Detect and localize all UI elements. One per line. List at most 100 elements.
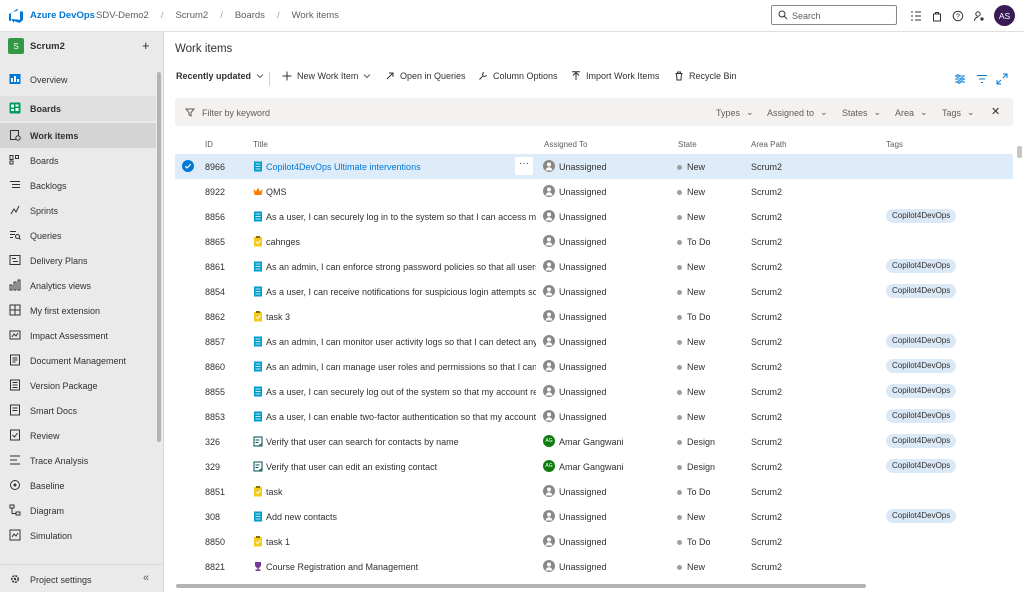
import-work-items-button[interactable]: Import Work Items [571, 71, 659, 81]
more-actions-icon[interactable]: ··· [515, 157, 533, 175]
work-item-title-link[interactable]: As a user, I can enable two-factor authe… [266, 412, 536, 422]
sidebar-item-baseline[interactable]: Baseline [0, 473, 156, 498]
breadcrumb-org[interactable]: SDV-Demo2 [96, 10, 149, 21]
sidebar-item-trace-analysis[interactable]: Trace Analysis [0, 448, 156, 473]
column-header-title[interactable]: Title [253, 140, 268, 149]
work-item-title-link[interactable]: As a user, I can securely log in to the … [266, 212, 536, 222]
sidebar-item-simulation[interactable]: Simulation [0, 523, 156, 548]
horizontal-scrollbar[interactable] [176, 584, 866, 588]
work-item-title-link[interactable]: Verify that user can search for contacts… [266, 437, 536, 447]
table-row[interactable]: 8856 As a user, I can securely log in to … [175, 204, 1013, 229]
sidebar-item-backlogs[interactable]: Backlogs [0, 173, 156, 198]
column-header-tags[interactable]: Tags [886, 140, 903, 149]
work-item-title-link[interactable]: QMS [266, 187, 536, 197]
sidebar-item-delivery-plans[interactable]: Delivery Plans [0, 248, 156, 273]
project-settings[interactable]: Project settings « [0, 564, 163, 592]
tag-badge[interactable]: Copilot4DevOps [886, 384, 957, 398]
tag-badge[interactable]: Copilot4DevOps [886, 409, 957, 423]
tag-badge[interactable]: Copilot4DevOps [886, 284, 957, 298]
sidebar-item-work-items[interactable]: Work items [0, 123, 156, 148]
sidebar-item-smart-docs[interactable]: Smart Docs [0, 398, 156, 423]
sidebar-item-version-package[interactable]: Version Package [0, 373, 156, 398]
tag-badge[interactable]: Copilot4DevOps [886, 509, 957, 523]
sidebar-item-overview[interactable]: Overview [0, 67, 156, 92]
project-header[interactable]: S Scrum2 + [0, 32, 163, 60]
table-row[interactable]: 8854 As a user, I can receive notificatio… [175, 279, 1013, 304]
sidebar-item-analytics-views[interactable]: Analytics views [0, 273, 156, 298]
assigned-to-filter-dropdown[interactable]: Assigned to ⌄ [767, 107, 828, 119]
work-item-title-link[interactable]: As a user, I can securely log out of the… [266, 387, 536, 397]
work-item-title-link[interactable]: Copilot4DevOps Ultimate interventions [266, 162, 536, 172]
recycle-bin-button[interactable]: Recycle Bin [674, 71, 737, 81]
tags-filter-dropdown[interactable]: Tags ⌄ [942, 107, 975, 119]
collapse-sidebar-icon[interactable]: « [143, 572, 149, 584]
user-avatar[interactable]: AS [994, 5, 1015, 26]
vertical-scrollbar[interactable] [1017, 146, 1022, 158]
states-filter-dropdown[interactable]: States ⌄ [842, 107, 881, 119]
work-item-title-link[interactable]: Course Registration and Management [266, 562, 536, 572]
breadcrumb-work-items[interactable]: Work items [292, 10, 339, 21]
sidebar-item-diagram[interactable]: Diagram [0, 498, 156, 523]
table-row[interactable]: 8850 task 1 Unassigned To Do Scrum2 [175, 529, 1013, 554]
tag-badge[interactable]: Copilot4DevOps [886, 434, 957, 448]
open-in-queries-button[interactable]: Open in Queries [385, 71, 466, 81]
sidebar-item-queries[interactable]: Queries [0, 223, 156, 248]
azure-devops-logo-icon[interactable] [8, 8, 24, 24]
table-row[interactable]: 308 Add new contacts Unassigned New Scrum2 Co… [175, 504, 1013, 529]
brand-name[interactable]: Azure DevOps [30, 10, 95, 21]
column-header-area-path[interactable]: Area Path [751, 140, 787, 149]
table-row[interactable]: 8861 As an admin, I can enforce strong pa… [175, 254, 1013, 279]
table-row[interactable]: 8922 QMS Unassigned New Scrum2 [175, 179, 1013, 204]
user-settings-icon[interactable] [972, 9, 986, 23]
tag-badge[interactable]: Copilot4DevOps [886, 209, 957, 223]
sidebar-item-document-management[interactable]: Document Management [0, 348, 156, 373]
add-icon[interactable]: + [142, 38, 150, 53]
work-item-title-link[interactable]: task 3 [266, 312, 536, 322]
table-row[interactable]: 326 Verify that user can search for conta… [175, 429, 1013, 454]
sidebar-item-review[interactable]: Review [0, 423, 156, 448]
table-row[interactable]: 8966 Copilot4DevOps Ultimate intervention… [175, 154, 1013, 179]
keyword-filter-input[interactable]: Filter by keyword [202, 108, 270, 118]
table-row[interactable]: 8851 task Unassigned To Do Scrum2 [175, 479, 1013, 504]
work-item-title-link[interactable]: task 1 [266, 537, 536, 547]
work-item-title-link[interactable]: task [266, 487, 536, 497]
tag-badge[interactable]: Copilot4DevOps [886, 459, 957, 473]
column-options-button[interactable]: Column Options [478, 71, 558, 81]
work-item-title-link[interactable]: Add new contacts [266, 512, 536, 522]
work-item-title-link[interactable]: As an admin, I can enforce strong passwo… [266, 262, 536, 272]
task-list-icon[interactable] [909, 9, 923, 23]
sidebar-item-my-first-extension[interactable]: My first extension [0, 298, 156, 323]
new-work-item-button[interactable]: New Work Item [282, 71, 371, 81]
shopping-bag-icon[interactable] [930, 9, 944, 23]
help-icon[interactable]: ? [951, 9, 965, 23]
table-row[interactable]: 8857 As an admin, I can monitor user acti… [175, 329, 1013, 354]
row-selected-check-icon[interactable] [182, 160, 194, 172]
sidebar-item-sprints[interactable]: Sprints [0, 198, 156, 223]
sidebar-item-impact-assessment[interactable]: Impact Assessment [0, 323, 156, 348]
table-row[interactable]: 8855 As a user, I can securely log out of… [175, 379, 1013, 404]
area-filter-dropdown[interactable]: Area ⌄ [895, 107, 928, 119]
expand-icon[interactable] [996, 73, 1008, 85]
work-item-title-link[interactable]: cahnges [266, 237, 536, 247]
table-row[interactable]: 8821 Course Registration and Management Un… [175, 554, 1013, 579]
types-filter-dropdown[interactable]: Types ⌄ [716, 107, 754, 119]
column-header-id[interactable]: ID [205, 140, 213, 149]
breadcrumb-boards[interactable]: Boards [235, 10, 265, 21]
breadcrumb-project[interactable]: Scrum2 [175, 10, 208, 21]
tag-badge[interactable]: Copilot4DevOps [886, 334, 957, 348]
column-header-state[interactable]: State [678, 140, 697, 149]
work-item-title-link[interactable]: Verify that user can edit an existing co… [266, 462, 536, 472]
table-row[interactable]: 8862 task 3 Unassigned To Do Scrum2 [175, 304, 1013, 329]
search-box[interactable]: Search [771, 5, 897, 25]
close-icon[interactable]: ✕ [991, 105, 1000, 118]
work-item-title-link[interactable]: As a user, I can receive notifications f… [266, 287, 536, 297]
tag-badge[interactable]: Copilot4DevOps [886, 359, 957, 373]
table-row[interactable]: 8860 As an admin, I can manage user roles… [175, 354, 1013, 379]
sidebar-scrollbar[interactable] [157, 72, 161, 442]
work-item-title-link[interactable]: As an admin, I can monitor user activity… [266, 337, 536, 347]
table-row[interactable]: 8865 cahnges Unassigned To Do Scrum2 [175, 229, 1013, 254]
table-row[interactable]: 8853 As a user, I can enable two-factor a… [175, 404, 1013, 429]
work-item-title-link[interactable]: As an admin, I can manage user roles and… [266, 362, 536, 372]
view-selector[interactable]: Recently updated [176, 71, 264, 81]
tag-badge[interactable]: Copilot4DevOps [886, 259, 957, 273]
